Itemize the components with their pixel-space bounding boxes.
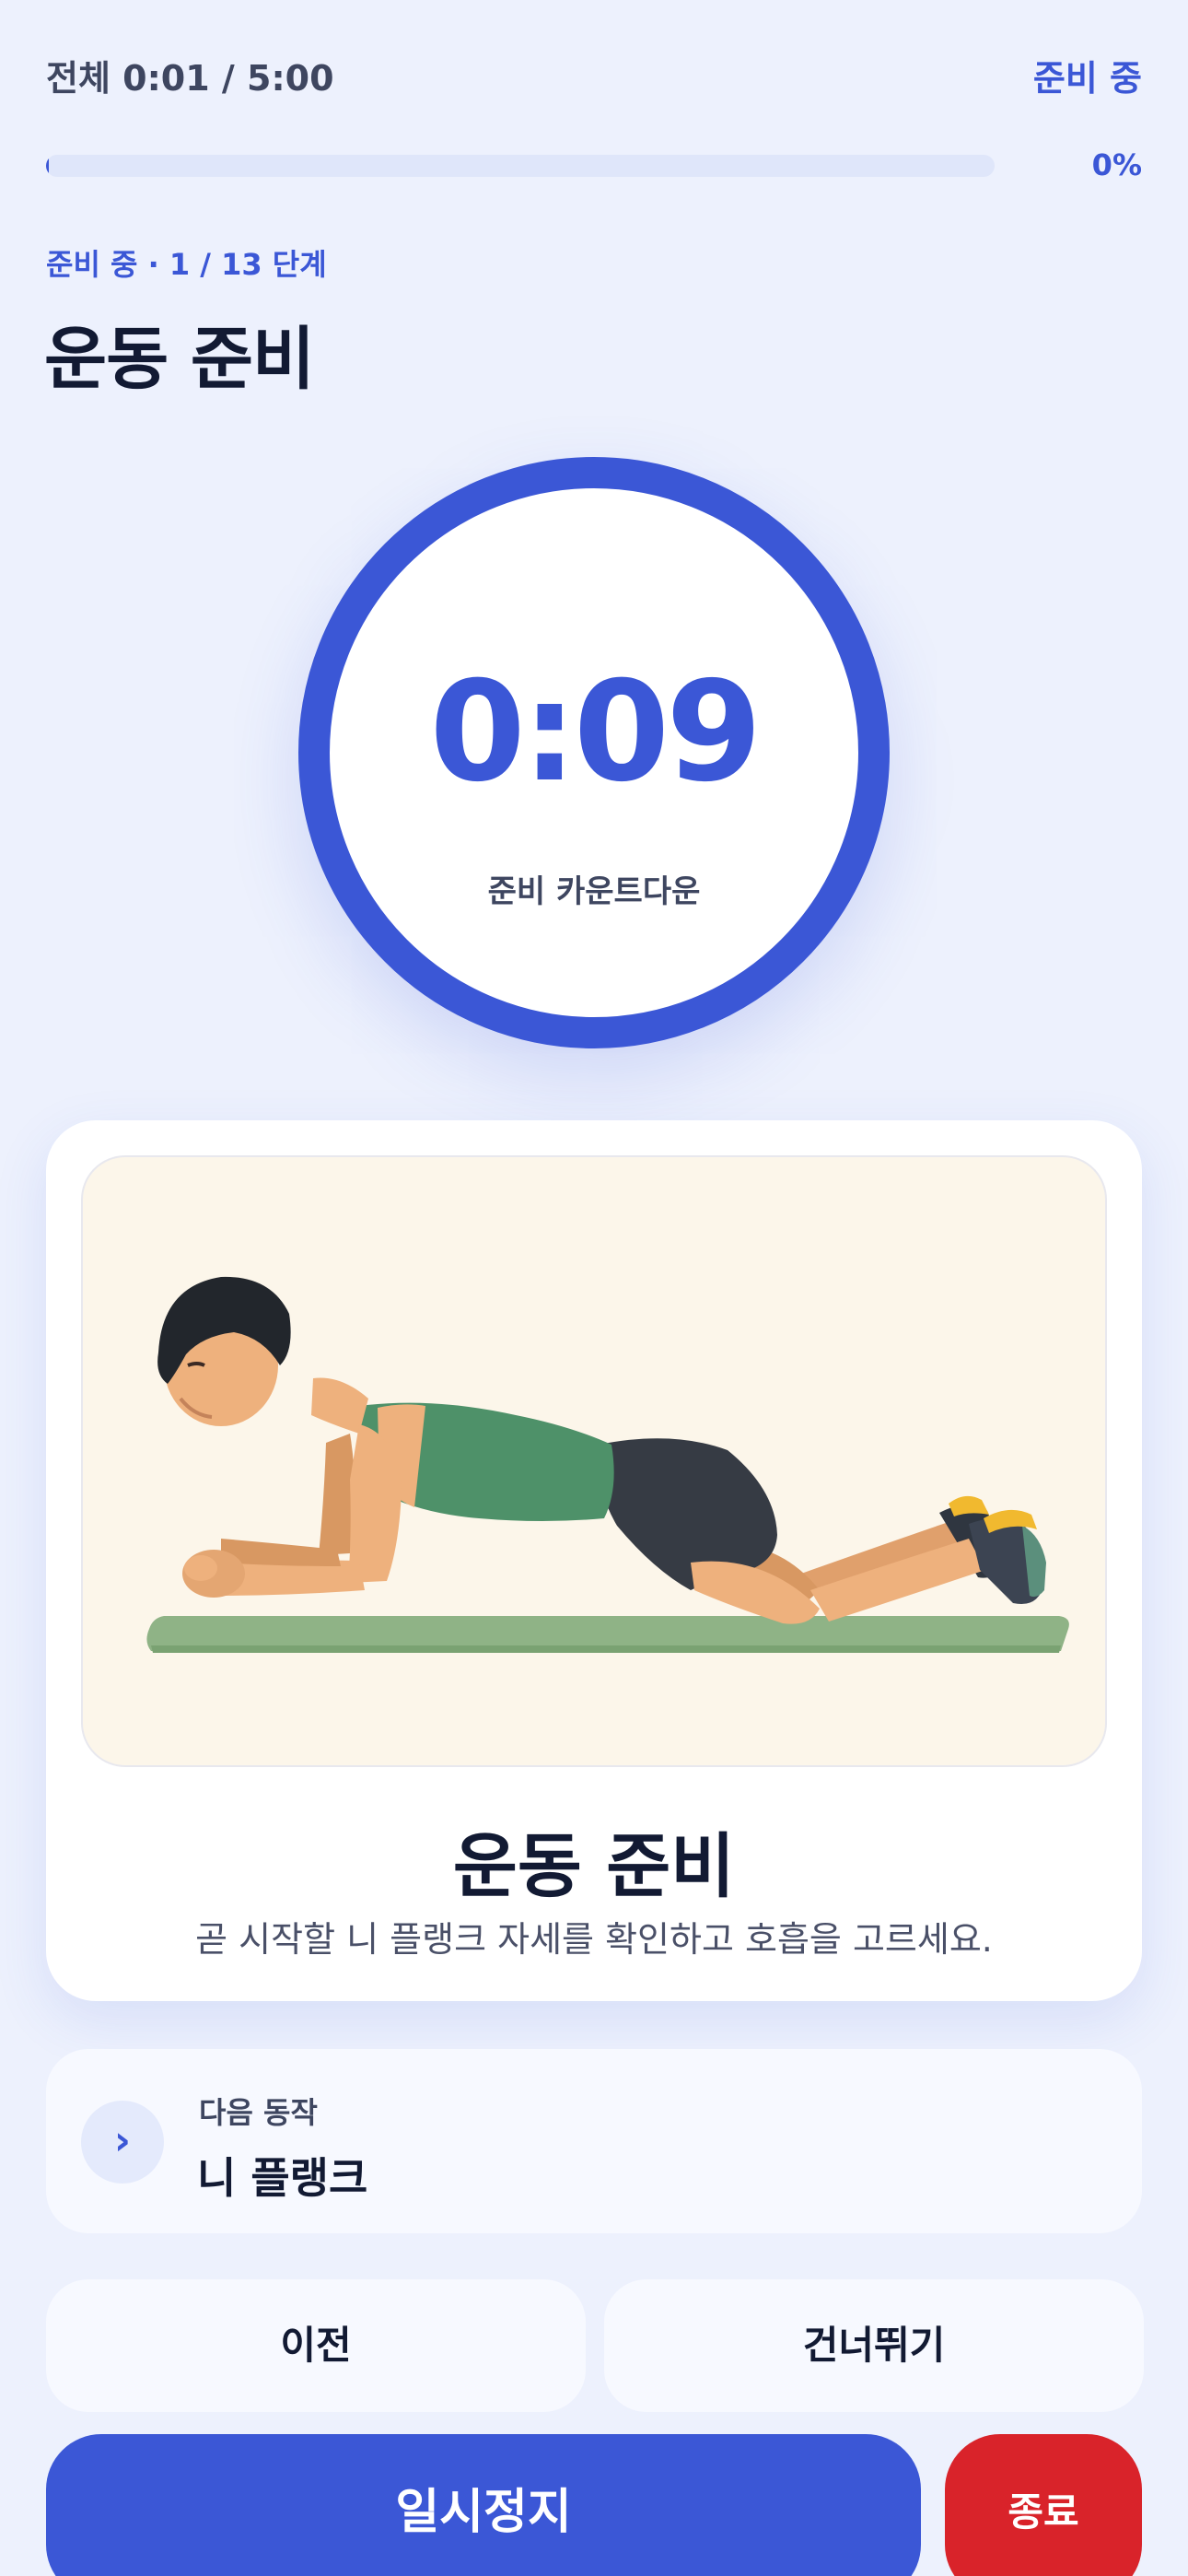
chevron-right-icon: › [81, 2101, 164, 2184]
next-exercise-label: 다음 동작 [199, 2095, 318, 2130]
total-elapsed-time: 전체 0:01 / 5:00 [46, 58, 334, 99]
progress-percent: 0% [1091, 147, 1142, 182]
exercise-title: 운동 준비 [452, 1825, 736, 1907]
exercise-card: 운동 준비 곧 시작할 니 플랭크 자세를 확인하고 호흡을 고르세요. [46, 1120, 1142, 2001]
countdown-timer: 0:09 준비 카운트다운 [298, 457, 890, 1048]
progress-bar-fill [46, 155, 50, 177]
overall-progress-bar [46, 155, 995, 177]
workout-screen: 전체 0:01 / 5:00 준비 중 0% 준비 중 · 1 / 13 단계 … [0, 0, 1188, 2576]
next-exercise-panel[interactable]: › 다음 동작 니 플랭크 [46, 2049, 1142, 2233]
previous-button[interactable]: 이전 [46, 2279, 586, 2412]
exercise-description: 곧 시작할 니 플랭크 자세를 확인하고 호흡을 고르세요. [195, 1919, 993, 1960]
knee-plank-illustration [81, 1155, 1107, 1767]
timer-label: 준비 카운트다운 [487, 873, 701, 910]
pause-button[interactable]: 일시정지 [46, 2434, 921, 2576]
status-label: 준비 중 [1032, 58, 1142, 99]
step-counter: 준비 중 · 1 / 13 단계 [46, 247, 327, 282]
skip-button[interactable]: 건너뛰기 [604, 2279, 1144, 2412]
page-title: 운동 준비 [44, 320, 315, 399]
timer-value: 0:09 [429, 652, 762, 813]
next-exercise-name: 니 플랭크 [197, 2153, 368, 2203]
end-button[interactable]: 종료 [945, 2434, 1142, 2576]
